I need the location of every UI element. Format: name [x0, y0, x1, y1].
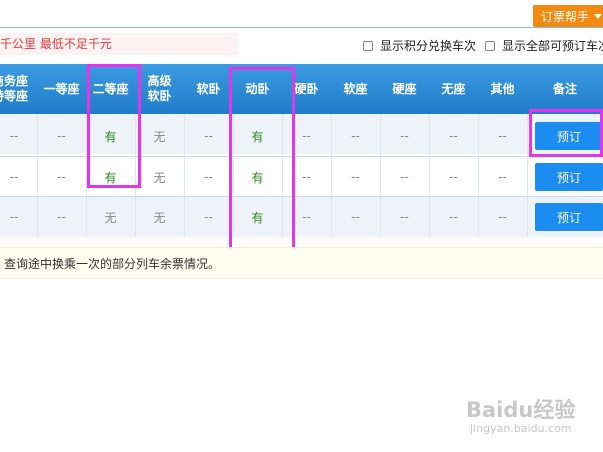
cell-soft-sleeper: -- — [204, 129, 213, 143]
cell-second-class: 无 — [104, 210, 117, 225]
cell-no-seat: -- — [449, 170, 458, 184]
book-button[interactable]: 预订 — [535, 163, 603, 191]
col-hard-seat: 硬座 — [392, 81, 417, 96]
col-no-seat: 无座 — [441, 81, 466, 96]
show-points-label: 显示积分兑换车次 — [380, 39, 477, 53]
cell-other: -- — [498, 210, 507, 224]
cell-soft-seat: -- — [351, 129, 360, 143]
show-all-option[interactable]: 显示全部可预订车次 — [485, 37, 603, 54]
cell-deluxe-soft-sleeper: 无 — [153, 129, 166, 144]
book-button[interactable]: 预订 — [535, 203, 603, 231]
chevron-down-icon — [594, 13, 603, 19]
price-notice: 千公里 最低不足千元 — [0, 33, 238, 55]
show-points-checkbox[interactable] — [363, 40, 373, 51]
show-points-option[interactable]: 显示积分兑换车次 — [363, 37, 476, 54]
transfer-info-bar: 查询途中换乘一次的部分列车余票情况。 — [0, 247, 603, 279]
transfer-info-text: 查询途中换乘一次的部分列车余票情况。 — [4, 257, 221, 271]
col-first-class: 一等座 — [43, 81, 80, 96]
booking-helper-label: 订票帮手 — [541, 9, 590, 24]
cell-business-seat: -- — [9, 170, 19, 184]
cell-soft-sleeper: -- — [204, 170, 213, 184]
col-remarks: 备注 — [552, 81, 577, 96]
show-all-label: 显示全部可预订车次 — [502, 39, 603, 53]
cell-business-seat: -- — [9, 210, 19, 224]
highlight-book-button — [529, 109, 603, 157]
col-deluxe-soft-sleeper: 高级 软卧 — [147, 74, 172, 103]
cell-deluxe-soft-sleeper: 无 — [153, 210, 166, 225]
cell-no-seat: -- — [449, 210, 458, 224]
cell-first-class: -- — [57, 170, 66, 184]
cell-soft-seat: -- — [351, 210, 360, 224]
watermark-logo: Baidu经验 — [466, 398, 576, 422]
col-business-seat: 商务座 特等座 — [0, 74, 29, 103]
watermark-url: jingyan.baidu.com — [470, 422, 572, 435]
col-soft-sleeper: 软卧 — [196, 81, 221, 96]
cell-other: -- — [498, 170, 507, 184]
highlight-second-class — [87, 64, 141, 188]
cell-first-class: -- — [57, 129, 66, 143]
cell-no-seat: -- — [449, 129, 458, 143]
col-divider — [527, 114, 528, 237]
booking-helper-button[interactable]: 订票帮手 — [533, 5, 603, 27]
cell-deluxe-soft-sleeper: 无 — [153, 170, 166, 185]
cell-hard-seat: -- — [400, 170, 409, 184]
highlight-emu-sleeper — [229, 67, 295, 254]
cell-soft-sleeper: -- — [204, 210, 213, 224]
cell-hard-seat: -- — [400, 210, 409, 224]
top-divider — [0, 27, 603, 28]
cell-hard-seat: -- — [400, 129, 409, 143]
col-other: 其他 — [490, 81, 515, 96]
cell-business-seat: -- — [9, 129, 19, 143]
cell-first-class: -- — [57, 210, 66, 224]
cell-other: -- — [498, 129, 507, 143]
cell-soft-seat: -- — [351, 170, 360, 184]
show-all-checkbox[interactable] — [485, 40, 495, 51]
col-soft-seat: 软座 — [343, 81, 368, 96]
